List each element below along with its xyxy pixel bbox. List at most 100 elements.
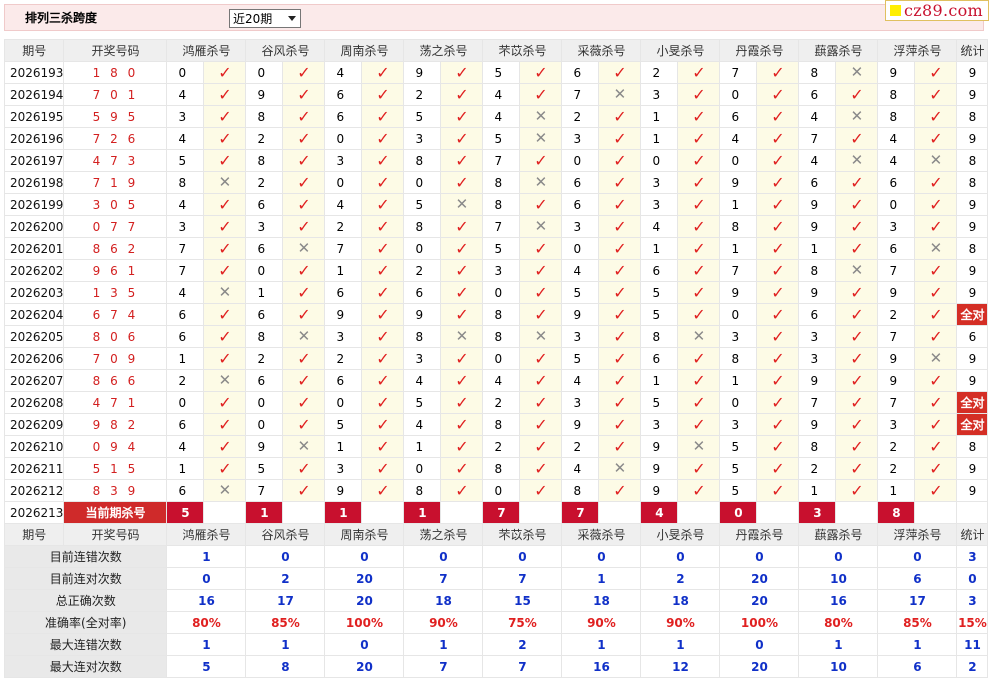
- kill-number-cell: 8: [482, 325, 521, 348]
- current-kill-value: 7: [482, 501, 521, 524]
- all-correct-badge: 全对: [956, 303, 989, 326]
- kill-number-cell: 0: [561, 149, 600, 172]
- kill-number-cell: 6: [561, 61, 600, 84]
- current-kill-blank: [756, 501, 800, 524]
- top-header-3[interactable]: 谷风杀号: [245, 39, 326, 62]
- stat-value: 0: [877, 545, 958, 568]
- top-header-6[interactable]: 芣苡杀号: [482, 39, 563, 62]
- top-header-2[interactable]: 鸿雁杀号: [166, 39, 247, 62]
- bottom-header-8[interactable]: 小旻杀号: [640, 523, 721, 546]
- bottom-header-11[interactable]: 浮萍杀号: [877, 523, 958, 546]
- result-mark-cell: ✓: [677, 281, 721, 304]
- kill-number-cell: 7: [166, 259, 205, 282]
- site-logo[interactable]: cz89.com: [885, 0, 989, 21]
- result-mark-cell: ✓: [361, 61, 405, 84]
- top-header-5[interactable]: 荡之杀号: [403, 39, 484, 62]
- result-mark-cell: ✓: [914, 479, 958, 502]
- result-mark-cell: ✓: [282, 281, 326, 304]
- result-mark-cell: ✕: [519, 215, 563, 238]
- kill-number-cell: 1: [640, 369, 679, 392]
- check-icon: ✓: [692, 150, 706, 170]
- result-mark-cell: ✓: [756, 83, 800, 106]
- check-icon: ✓: [692, 194, 706, 214]
- bottom-header-5[interactable]: 荡之杀号: [403, 523, 484, 546]
- stat-value: 7: [482, 655, 563, 678]
- result-mark-cell: ✓: [361, 369, 405, 392]
- result-mark-cell: ✓: [519, 281, 563, 304]
- result-mark-cell: ✓: [361, 281, 405, 304]
- kill-number-cell: 8: [482, 171, 521, 194]
- all-correct-badge: 全对: [956, 413, 989, 436]
- draw-number-cell: 1 3 5: [63, 281, 168, 304]
- top-header-row: 期号 开奖号码 鸿雁杀号 谷风杀号 周南杀号 荡之杀号 芣苡杀号 采薇杀号 小旻杀号 丹霞杀号 蕻露…: [3, 39, 989, 62]
- stat-value: 0: [561, 545, 642, 568]
- top-header-9[interactable]: 丹霞杀号: [719, 39, 800, 62]
- kill-number-cell: 6: [324, 281, 363, 304]
- check-icon: ✓: [692, 282, 706, 302]
- stat-value: 0: [719, 545, 800, 568]
- kill-number-cell: 1: [719, 369, 758, 392]
- result-mark-cell: ✓: [203, 391, 247, 414]
- top-header-11[interactable]: 浮萍杀号: [877, 39, 958, 62]
- kill-number-cell: 7: [877, 259, 916, 282]
- current-kill-value: 3: [798, 501, 837, 524]
- result-mark-cell: ✕: [282, 435, 326, 458]
- check-icon: ✓: [376, 480, 390, 500]
- result-mark-cell: ✓: [440, 347, 484, 370]
- draw-number-cell: 8 6 2: [63, 237, 168, 260]
- kill-number-cell: 5: [403, 193, 442, 216]
- result-mark-cell: ✓: [361, 171, 405, 194]
- bottom-header-9[interactable]: 丹霞杀号: [719, 523, 800, 546]
- kill-number-cell: 9: [877, 347, 916, 370]
- result-mark-cell: ✓: [203, 347, 247, 370]
- top-header-4[interactable]: 周南杀号: [324, 39, 405, 62]
- stat-value: 20: [324, 589, 405, 612]
- check-icon: ✓: [218, 392, 232, 412]
- top-header-7[interactable]: 采薇杀号: [561, 39, 642, 62]
- top-header-8[interactable]: 小旻杀号: [640, 39, 721, 62]
- result-mark-cell: ✓: [519, 479, 563, 502]
- top-header-10[interactable]: 蕻露杀号: [798, 39, 879, 62]
- result-mark-cell: ✓: [598, 369, 642, 392]
- result-mark-cell: ✓: [756, 413, 800, 436]
- kill-number-cell: 3: [561, 127, 600, 150]
- table-row: 2026195 5 9 5 3 ✓ 8 ✓ 6 ✓ 5 ✓ 4 ✕ 2 ✓ 1 ✓ 6 ✓ 4 ✕ 8 ✓ 8: [3, 105, 989, 128]
- page-title: 排列三杀跨度: [25, 11, 98, 25]
- result-mark-cell: ✓: [598, 391, 642, 414]
- kill-number-cell: 0: [166, 391, 205, 414]
- check-icon: ✓: [850, 326, 864, 346]
- kill-number-cell: 8: [403, 215, 442, 238]
- result-mark-cell: ✕: [519, 127, 563, 150]
- check-icon: ✓: [929, 458, 943, 478]
- kill-number-cell: 8: [798, 61, 837, 84]
- bottom-header-3[interactable]: 谷风杀号: [245, 523, 326, 546]
- check-icon: ✓: [376, 106, 390, 126]
- bottom-header-7[interactable]: 采薇杀号: [561, 523, 642, 546]
- check-icon: ✓: [929, 304, 943, 324]
- kill-number-cell: 8: [245, 149, 284, 172]
- result-mark-cell: ✓: [835, 193, 879, 216]
- kill-number-cell: 9: [561, 303, 600, 326]
- result-mark-cell: ✓: [519, 61, 563, 84]
- kill-number-cell: 8: [166, 171, 205, 194]
- check-icon: ✓: [534, 414, 548, 434]
- table-row: 2026202 9 6 1 7 ✓ 0 ✓ 1 ✓ 2 ✓ 3 ✓ 4 ✓ 6 ✓ 7 ✓ 8 ✕ 7 ✓ 9: [3, 259, 989, 282]
- bottom-header-2[interactable]: 鸿雁杀号: [166, 523, 247, 546]
- period-range-select[interactable]: 近20期: [229, 9, 301, 28]
- check-icon: ✓: [455, 260, 469, 280]
- kill-number-cell: 2: [798, 457, 837, 480]
- stat-value: 12: [640, 655, 721, 678]
- check-icon: ✓: [218, 62, 232, 82]
- bottom-header-4[interactable]: 周南杀号: [324, 523, 405, 546]
- check-icon: ✓: [692, 348, 706, 368]
- check-icon: ✓: [297, 128, 311, 148]
- kill-number-cell: 3: [324, 457, 363, 480]
- bottom-header-10[interactable]: 蕻露杀号: [798, 523, 879, 546]
- check-icon: ✓: [850, 282, 864, 302]
- table-row: 2026198 7 1 9 8 ✕ 2 ✓ 0 ✓ 0 ✓ 8 ✕ 6 ✓ 3 ✓ 9 ✓ 6 ✓ 6 ✓ 8: [3, 171, 989, 194]
- kill-number-cell: 6: [166, 413, 205, 436]
- check-icon: ✓: [534, 194, 548, 214]
- bottom-header-6[interactable]: 芣苡杀号: [482, 523, 563, 546]
- result-mark-cell: ✓: [677, 215, 721, 238]
- check-icon: ✓: [218, 436, 232, 456]
